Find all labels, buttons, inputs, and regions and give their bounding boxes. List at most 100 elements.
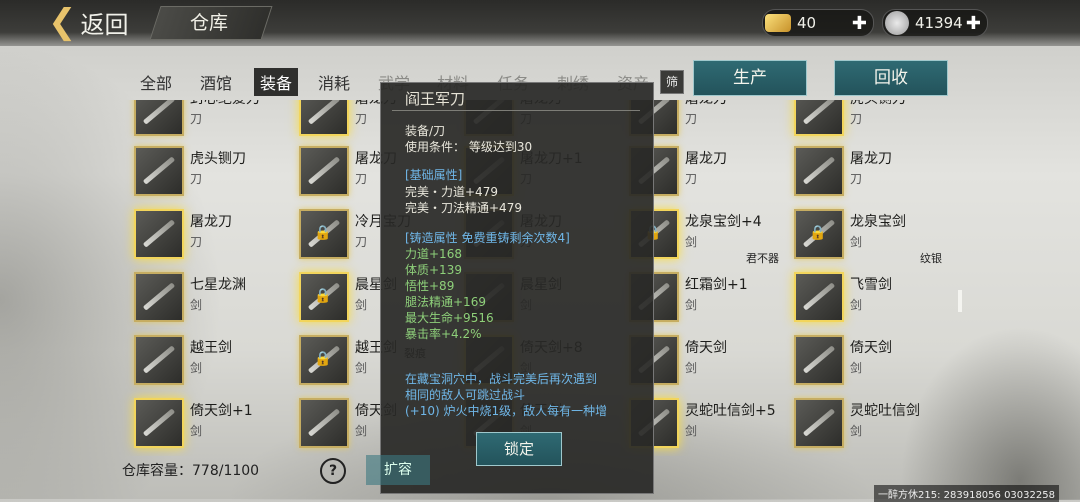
- blade-shape: [142, 156, 176, 185]
- popup-category: 装备/刀: [405, 124, 446, 138]
- sword-icon: [299, 398, 349, 448]
- item-slot[interactable]: 🔒 龙泉宝剑剑: [780, 203, 930, 261]
- blade-shape: [142, 100, 176, 125]
- blade-shape: [802, 408, 836, 437]
- filter-button[interactable]: 筛: [660, 70, 684, 94]
- popup-base-header: [基础属性]: [405, 168, 463, 182]
- popup-extra-line: (+10) 炉火中烧1级，敌人每有一种增: [405, 404, 608, 418]
- item-slot[interactable]: 倚天剑+1 剑: [120, 392, 270, 450]
- sword-icon: 🔒: [299, 335, 349, 385]
- item-type: 剑: [355, 298, 368, 312]
- server-info: 一醉方休215: 283918056 03032258: [874, 485, 1059, 502]
- capacity-display: 仓库容量：778/1100: [122, 460, 259, 480]
- item-type: 刀: [355, 112, 368, 126]
- item-name: 封心绝爱刀: [190, 100, 260, 108]
- lock-icon: 🔒: [314, 288, 332, 304]
- item-name: 龙泉宝剑+4: [685, 214, 762, 230]
- item-slot[interactable]: 越王剑剑: [120, 329, 270, 387]
- lock-icon: 🔒: [809, 225, 827, 241]
- popup-forge-line: 最大生命+9516: [405, 311, 494, 325]
- add-silver-icon[interactable]: ✚: [966, 13, 981, 34]
- item-type: 剑: [850, 424, 863, 438]
- back-button[interactable]: ❮ 返回: [48, 4, 129, 40]
- silver-currency: 41394 ✚: [882, 9, 988, 37]
- chevron-left-icon: ❮: [48, 2, 77, 42]
- note-jun-bu-qi: 君不器: [746, 252, 779, 265]
- saber-icon: [299, 100, 349, 136]
- item-type: 剑: [685, 361, 698, 375]
- blade-shape: [802, 282, 836, 311]
- tab-consumables[interactable]: 消耗: [318, 70, 350, 94]
- produce-button[interactable]: 生产: [693, 60, 807, 96]
- item-type: 刀: [850, 172, 863, 186]
- add-gold-icon[interactable]: ✚: [852, 13, 867, 34]
- item-type: 刀: [355, 172, 368, 186]
- item-type: 刀: [685, 112, 698, 126]
- back-label: 返回: [80, 10, 129, 39]
- item-slot[interactable]: 飞雪剑剑: [780, 266, 930, 324]
- popup-desc-line: 在藏宝洞穴中，战斗完美后再次遇到: [405, 372, 598, 386]
- blade-shape: [802, 156, 836, 185]
- item-name: 屠龙刀: [850, 151, 892, 167]
- item-name: 虎头铡刀: [190, 151, 246, 167]
- item-slot[interactable]: 倚天剑剑: [780, 329, 930, 387]
- item-slot[interactable]: 封心绝爱刀刀: [120, 100, 270, 138]
- item-type: 剑: [355, 361, 368, 375]
- help-icon[interactable]: ?: [320, 458, 346, 484]
- tab-equipment[interactable]: 装备: [254, 68, 299, 96]
- blade-shape: [307, 408, 341, 437]
- capacity-label: 仓库容量：: [122, 463, 192, 479]
- lock-icon: 🔒: [314, 351, 332, 367]
- item-name: 七星龙渊: [190, 277, 246, 293]
- item-type: 剑: [685, 424, 698, 438]
- popup-forge-line: 力道+168: [405, 247, 462, 261]
- item-type: 刀: [685, 172, 698, 186]
- item-type: 剑: [850, 361, 863, 375]
- lock-button[interactable]: 锁定: [476, 432, 562, 466]
- lock-icon: 🔒: [314, 225, 332, 241]
- item-type: 剑: [850, 235, 863, 249]
- popup-divider: [392, 110, 640, 111]
- item-name: 灵蛇吐信剑+5: [685, 403, 776, 419]
- item-type: 剑: [355, 424, 368, 438]
- tab-all[interactable]: 全部: [140, 70, 172, 94]
- note-wen-yin: 纹银: [920, 252, 942, 265]
- popup-forge-line: 体质+139: [405, 263, 462, 277]
- saber-icon: 🔒: [299, 209, 349, 259]
- item-type: 剑: [190, 424, 203, 438]
- item-slot[interactable]: 虎头铡刀刀: [120, 140, 270, 198]
- blade-shape: [142, 219, 176, 248]
- item-name: 倚天剑+1: [190, 403, 253, 419]
- item-slot[interactable]: 虎头铡刀刀: [780, 100, 930, 138]
- popup-forge-line: 腿法精通+169: [405, 295, 486, 309]
- blade-shape: [802, 345, 836, 374]
- item-type: 刀: [355, 235, 368, 249]
- saber-icon: [794, 100, 844, 136]
- sword-icon: [134, 335, 184, 385]
- sword-icon: [134, 398, 184, 448]
- item-slot[interactable]: 七星龙渊剑: [120, 266, 270, 324]
- blade-shape: [802, 100, 836, 125]
- popup-base-line: 完美・刀法精通+479: [405, 201, 522, 215]
- item-type: 剑: [850, 298, 863, 312]
- item-slot[interactable]: 灵蛇吐信剑剑: [780, 392, 930, 450]
- tab-tavern[interactable]: 酒馆: [200, 70, 232, 94]
- expand-capacity-button[interactable]: 扩容: [366, 455, 430, 485]
- saber-icon: [794, 146, 844, 196]
- sword-icon: 🔒: [794, 209, 844, 259]
- item-name: 屠龙刀: [685, 100, 727, 108]
- item-slot[interactable]: 屠龙刀刀: [780, 140, 930, 198]
- gold-amount: 40: [797, 14, 817, 32]
- item-name: 倚天剑: [685, 340, 727, 356]
- scrollbar[interactable]: [958, 290, 962, 312]
- item-slot[interactable]: 屠龙刀刀: [120, 203, 270, 261]
- recycle-button[interactable]: 回收: [834, 60, 948, 96]
- silver-ingot-icon: [885, 11, 909, 35]
- popup-forge-line: 悟性+89: [405, 279, 455, 293]
- item-name: 红霜剑+1: [685, 277, 748, 293]
- saber-icon: [134, 146, 184, 196]
- item-type: 剑: [190, 361, 203, 375]
- popup-forge-header: [铸造属性 免费重铸剩余次数4]: [405, 231, 570, 245]
- item-type: 刀: [190, 172, 203, 186]
- item-name: 飞雪剑: [850, 277, 892, 293]
